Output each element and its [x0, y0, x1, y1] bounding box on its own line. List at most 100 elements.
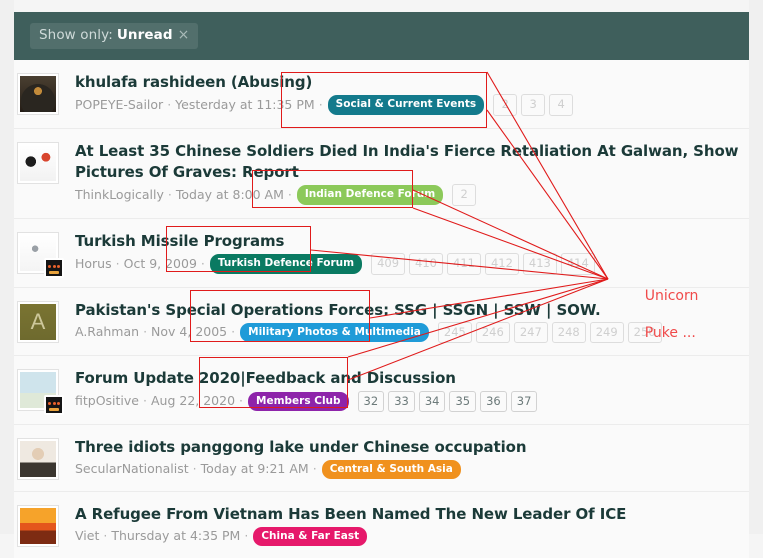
page-link[interactable]: 35 [449, 390, 477, 413]
thread-content: Pakistan's Special Operations Forces: SS… [75, 300, 739, 344]
pagination: 234 [493, 94, 574, 116]
thread-title-link[interactable]: Forum Update 2020|Feedback and Discussio… [75, 368, 739, 389]
page-link[interactable]: 409 [371, 253, 406, 275]
thread-author[interactable]: ThinkLogically [75, 186, 164, 205]
page-link[interactable]: 414 [560, 253, 595, 275]
photo-hooded-figure-image [18, 74, 58, 114]
thread-author[interactable]: POPEYE-Sailor [75, 96, 163, 115]
meta-separator: · [287, 186, 292, 202]
thread-row[interactable]: A Refugee From Vietnam Has Been Named Th… [14, 492, 749, 558]
thread-row[interactable]: khulafa rashideen (Abusing) POPEYE-Sailor… [14, 60, 749, 129]
thread-meta: POPEYE-Sailor · Yesterday at 11:35 PM · Soci… [75, 94, 739, 116]
page-link[interactable]: 32 [357, 390, 385, 413]
meta-separator: · [312, 460, 317, 476]
page-link[interactable]: 247 [513, 321, 548, 344]
thread-author[interactable]: Viet [75, 527, 99, 546]
thread-author[interactable]: Horus [75, 255, 112, 274]
thread-title-link[interactable]: Pakistan's Special Operations Forces: SS… [75, 300, 739, 321]
page-link[interactable]: 245 [437, 321, 472, 344]
page-link[interactable]: 2 [452, 184, 477, 206]
thread-author[interactable]: A.Rahman [75, 323, 139, 342]
page-link[interactable]: 37 [510, 390, 538, 413]
photo-tamil-logo-image [18, 142, 58, 183]
forum-node-badge[interactable]: Indian Defence Forum [296, 185, 444, 205]
forum-node-badge[interactable]: Members Club [248, 391, 349, 412]
thread-content: Forum Update 2020|Feedback and Discussio… [75, 368, 739, 413]
pagination: 409 410 411 412 413 414 [371, 253, 595, 275]
meta-separator: · [318, 96, 323, 112]
close-icon[interactable]: × [178, 27, 190, 44]
thread-row[interactable]: Three idiots panggong lake under Chinese… [14, 425, 749, 493]
meta-separator: · [167, 96, 172, 112]
pagination: 245 246 247 248 249 250 [437, 321, 662, 344]
avatar[interactable] [18, 506, 58, 547]
meta-separator: · [103, 527, 108, 543]
page-link[interactable]: 250 [627, 321, 662, 344]
thread-content: At Least 35 Chinese Soldiers Died In Ind… [75, 141, 739, 206]
page-link[interactable]: 246 [475, 321, 510, 344]
thread-content: Turkish Missile Programs Horus · Oct 9, 200… [75, 231, 739, 275]
thread-row[interactable]: A Pakistan's Special Operations Forces: S… [14, 287, 749, 357]
page-link[interactable]: 413 [522, 253, 557, 275]
avatar[interactable] [18, 439, 58, 480]
page-link[interactable]: 2 [493, 94, 518, 116]
avatar-badge-icon [44, 257, 64, 278]
thread-title-link[interactable]: At Least 35 Chinese Soldiers Died In Ind… [75, 141, 739, 184]
meta-separator: · [143, 393, 147, 409]
meta-separator: · [244, 527, 249, 543]
avatar[interactable] [18, 142, 58, 183]
thread-timestamp: Nov 4, 2005 [151, 324, 228, 340]
thread-row[interactable]: Forum Update 2020|Feedback and Discussio… [14, 356, 749, 426]
page-link[interactable]: 3 [521, 94, 546, 116]
filter-label: Show only: [39, 27, 113, 44]
thread-meta: ThinkLogically · Today at 8:00 AM · Indian D… [75, 184, 739, 206]
page-link[interactable]: 34 [418, 390, 446, 413]
thread-title-link[interactable]: Three idiots panggong lake under Chinese… [75, 437, 739, 458]
thread-list: khulafa rashideen (Abusing) POPEYE-Sailor… [14, 60, 749, 558]
avatar[interactable]: A [18, 301, 58, 342]
thread-timestamp: Today at 8:00 AM [175, 186, 284, 202]
photo-sunset-image [18, 506, 58, 547]
thread-timestamp: Thursday at 4:35 PM [111, 527, 241, 543]
filter-value: Unread [116, 27, 173, 44]
thread-meta: A.Rahman · Nov 4, 2005 · Military Photos & M… [75, 321, 739, 344]
thread-row[interactable]: At Least 35 Chinese Soldiers Died In Ind… [14, 128, 749, 219]
avatar[interactable] [18, 370, 64, 416]
thread-author[interactable]: SecularNationalist [75, 460, 189, 479]
photo-portrait-man-image [18, 439, 58, 480]
thread-row[interactable]: Turkish Missile Programs Horus · Oct 9, 200… [14, 218, 749, 288]
thread-content: Three idiots panggong lake under Chinese… [75, 437, 739, 480]
avatar[interactable] [18, 74, 58, 114]
forum-node-badge[interactable]: China & Far East [253, 526, 368, 547]
meta-separator: · [115, 255, 120, 271]
page-link[interactable]: 36 [480, 390, 507, 413]
thread-title-link[interactable]: khulafa rashideen (Abusing) [75, 72, 739, 93]
forum-node-badge[interactable]: Social & Current Events [327, 95, 485, 115]
thread-title-link[interactable]: Turkish Missile Programs [75, 231, 739, 252]
thread-title-link[interactable]: A Refugee From Vietnam Has Been Named Th… [75, 504, 739, 525]
thread-meta: Viet · Thursday at 4:35 PM · China & Far Eas… [75, 526, 739, 547]
filter-pill-unread[interactable]: Show only: Unread × [30, 23, 199, 49]
forum-node-badge[interactable]: Turkish Defence Forum [209, 254, 363, 274]
thread-meta: Horus · Oct 9, 2009 · Turkish Defence Forum 4… [75, 253, 739, 275]
page-link[interactable]: 249 [589, 321, 624, 344]
avatar-badge-icon [44, 395, 64, 416]
page-link[interactable]: 411 [447, 253, 481, 275]
forum-node-badge[interactable]: Military Photos & Multimedia [240, 322, 429, 343]
page-link[interactable]: 412 [484, 253, 519, 275]
page-link[interactable]: 33 [388, 390, 415, 413]
thread-meta: SecularNationalist · Today at 9:21 AM · Cent… [75, 459, 739, 480]
thread-content: khulafa rashideen (Abusing) POPEYE-Sailor… [75, 72, 739, 116]
avatar[interactable] [18, 232, 64, 278]
meta-separator: · [231, 324, 236, 340]
forum-node-badge[interactable]: Central & South Asia [321, 459, 461, 480]
thread-author[interactable]: fitpOsitive [75, 392, 139, 411]
thread-timestamp: Today at 9:21 AM [200, 460, 309, 476]
page-link[interactable]: 4 [549, 94, 574, 116]
thread-timestamp: Oct 9, 2009 [123, 255, 197, 271]
thread-content: A Refugee From Vietnam Has Been Named Th… [75, 504, 739, 547]
page-link[interactable]: 410 [409, 253, 443, 275]
page-link[interactable]: 248 [551, 321, 586, 344]
filter-bar: Show only: Unread × [14, 12, 749, 60]
pagination: 32 33 34 35 36 37 [357, 390, 538, 413]
